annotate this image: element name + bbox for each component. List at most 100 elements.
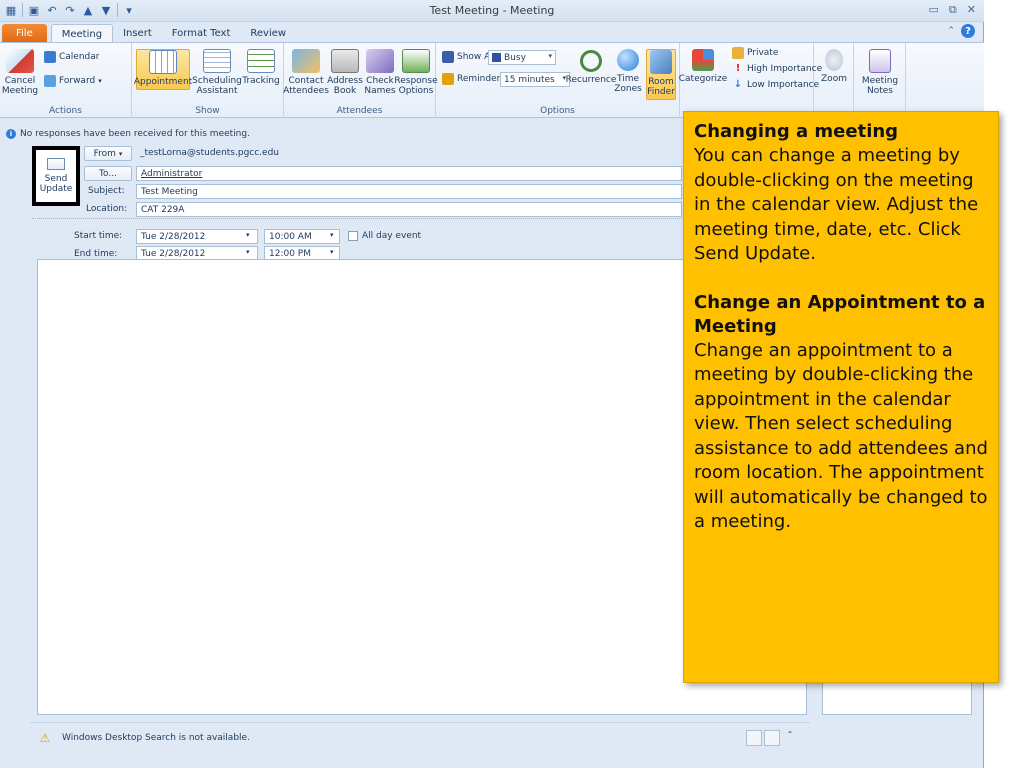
reminder-value: 15 minutes: [504, 74, 555, 85]
check-names-icon: [366, 49, 394, 73]
envelope-icon: [47, 158, 65, 170]
tab-insert[interactable]: Insert: [113, 24, 162, 43]
tracking-button[interactable]: Tracking: [242, 49, 280, 86]
start-time-label: Start time:: [74, 231, 123, 241]
tab-format-text[interactable]: Format Text: [162, 24, 241, 43]
people-pane-toggle: ⌃: [746, 730, 798, 746]
show-as-select[interactable]: Busy ▾: [488, 50, 556, 65]
categorize-label: Categorize: [678, 74, 728, 84]
appointment-label: Appointment: [133, 77, 193, 87]
tab-review[interactable]: Review: [240, 24, 296, 43]
person-icon[interactable]: [746, 730, 762, 746]
meeting-notes-button[interactable]: Meeting Notes: [860, 49, 900, 96]
room-finder-label: Room Finder: [647, 77, 675, 97]
contact-attendees-label: Contact Attendees: [283, 76, 329, 96]
recurrence-icon: [580, 50, 602, 72]
show-as-value: Busy: [504, 52, 526, 63]
globe-icon: [617, 49, 639, 71]
info-icon: i: [6, 129, 16, 139]
zoom-button[interactable]: Zoom: [818, 49, 850, 84]
arrow-down-icon: ↓: [733, 79, 743, 90]
response-options-icon: [402, 49, 430, 73]
group-label-show: Show: [195, 106, 220, 116]
start-time-dropdown-icon[interactable]: ▾: [330, 231, 334, 239]
group-tags: Categorize Private ! High Importance ↓ L…: [679, 43, 822, 118]
from-button[interactable]: From ▾: [84, 146, 132, 161]
busy-swatch: [492, 53, 501, 62]
calendar-label: Calendar: [59, 52, 100, 62]
callout-spacer: [694, 267, 988, 291]
chevron-down-icon: ▾: [118, 149, 123, 158]
chevron-up-icon[interactable]: ⌃: [782, 730, 798, 746]
room-finder-button[interactable]: Room Finder: [646, 49, 676, 100]
categorize-button[interactable]: Categorize: [679, 49, 727, 84]
tab-meeting[interactable]: Meeting: [50, 24, 114, 43]
start-date-dropdown-icon[interactable]: ▾: [246, 231, 250, 239]
calendar-button[interactable]: Calendar: [44, 51, 99, 63]
person-icon[interactable]: [764, 730, 780, 746]
time-zones-button[interactable]: Time Zones: [614, 49, 642, 94]
callout-text-2: Change an appointment to a meeting by do…: [694, 339, 988, 533]
contact-attendees-button[interactable]: Contact Attendees: [283, 49, 329, 96]
to-field[interactable]: Administrator: [136, 166, 682, 181]
reminder-select[interactable]: 15 minutes ▾: [500, 72, 570, 87]
group-label-actions: Actions: [49, 106, 82, 116]
help-controls: ⌃ ?: [947, 24, 975, 38]
all-day-checkbox[interactable]: [348, 231, 358, 241]
scheduling-label: Scheduling Assistant: [192, 76, 242, 96]
private-button[interactable]: Private: [732, 47, 778, 59]
cancel-meeting-label: Cancel Meeting: [1, 76, 39, 96]
help-icon[interactable]: ?: [961, 24, 975, 38]
zoom-label: Zoom: [821, 74, 847, 84]
tracking-icon: [247, 49, 275, 73]
start-date-field[interactable]: Tue 2/28/2012: [136, 229, 258, 244]
time-zones-label: Time Zones: [614, 74, 642, 94]
onenote-icon: [869, 49, 891, 73]
end-date-dropdown-icon[interactable]: ▾: [246, 248, 250, 256]
categorize-icon: [692, 49, 714, 71]
appointment-icon: [149, 50, 177, 74]
cancel-meeting-icon: [6, 49, 34, 73]
scheduling-assistant-button[interactable]: Scheduling Assistant: [192, 49, 242, 96]
location-field[interactable]: CAT 229A: [136, 202, 682, 217]
group-label-options: Options: [540, 106, 575, 116]
recurrence-button[interactable]: Recurrence: [566, 49, 616, 85]
from-label: From: [93, 148, 116, 159]
appointment-button[interactable]: Appointment: [133, 49, 193, 90]
show-as-icon: [442, 51, 454, 63]
address-book-button[interactable]: Address Book: [327, 49, 363, 96]
check-names-button[interactable]: Check Names: [364, 49, 396, 96]
reminder-label: Reminder:: [457, 74, 504, 84]
start-time-field[interactable]: 10:00 AM: [264, 229, 340, 244]
response-options-label: Response Options: [394, 76, 438, 96]
instruction-callout: Changing a meeting You can change a meet…: [683, 111, 999, 683]
room-finder-icon: [650, 50, 672, 74]
all-day-label: All day event: [362, 231, 422, 241]
forward-label: Forward: [59, 76, 96, 86]
status-text: Windows Desktop Search is not available.: [62, 732, 250, 743]
exclamation-icon: !: [735, 63, 741, 74]
close-icon[interactable]: ✕: [967, 3, 976, 17]
subject-label: Subject:: [88, 186, 125, 196]
tab-file[interactable]: File: [2, 24, 47, 43]
private-label: Private: [747, 48, 779, 58]
warning-icon: ⚠: [39, 730, 51, 745]
minimize-ribbon-icon[interactable]: ⌃: [947, 26, 955, 36]
forward-button[interactable]: Forward ▾: [44, 75, 102, 87]
chevron-down-icon: ▾: [548, 52, 552, 60]
tracking-label: Tracking: [242, 76, 280, 86]
magnifier-icon: [825, 49, 843, 71]
end-time-dropdown-icon[interactable]: ▾: [330, 248, 334, 256]
cancel-meeting-button[interactable]: Cancel Meeting: [1, 49, 39, 96]
subject-field[interactable]: Test Meeting: [136, 184, 682, 199]
response-options-button[interactable]: Response Options: [394, 49, 438, 96]
to-button[interactable]: To...: [84, 166, 132, 181]
meeting-notes-label: Meeting Notes: [861, 76, 899, 96]
high-importance-label: High Importance: [747, 63, 823, 74]
low-importance-button[interactable]: ↓ Low Importance: [732, 79, 819, 90]
restore-icon[interactable]: ⧉: [949, 3, 957, 17]
high-importance-button[interactable]: ! High Importance: [732, 63, 822, 74]
minimize-icon[interactable]: ▭: [929, 3, 939, 17]
send-update-button[interactable]: Send Update: [32, 146, 80, 206]
send-update-label: Send Update: [39, 174, 73, 194]
